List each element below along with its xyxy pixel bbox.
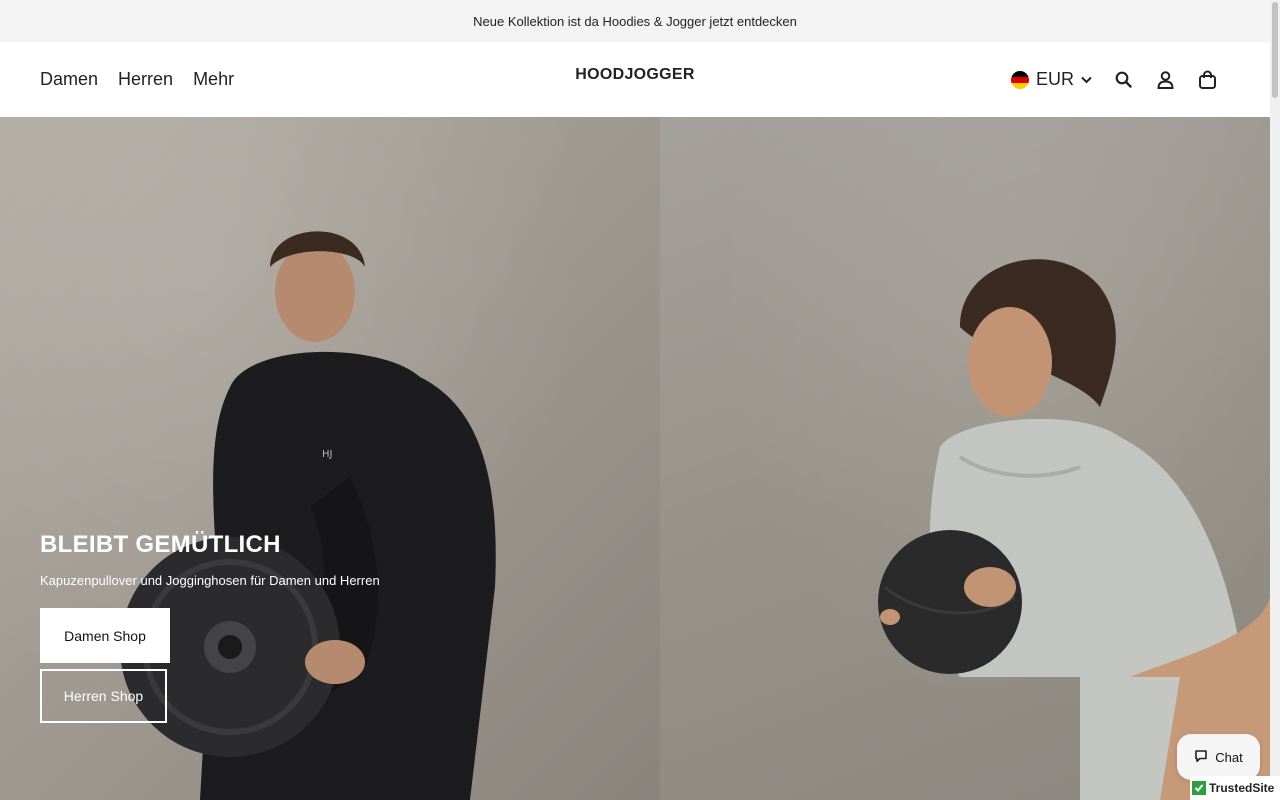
trustedsite-badge[interactable]: TrustedSite [1190, 776, 1280, 800]
chat-button[interactable]: Chat [1177, 734, 1260, 780]
scrollbar-thumb[interactable] [1272, 2, 1278, 98]
herren-shop-button[interactable]: Herren Shop [40, 669, 167, 723]
currency-label: EUR [1035, 69, 1074, 89]
announcement-bar[interactable]: Neue Kollektion ist da Hoodies & Jogger … [0, 0, 1270, 42]
hero-image-women[interactable] [660, 117, 1270, 800]
site-header: Damen Herren Mehr HOODJOGGER EUR [0, 42, 1270, 117]
trustedsite-label: TrustedSite [1209, 781, 1275, 795]
svg-text:HJ: HJ [322, 449, 332, 460]
nav-item-mehr[interactable]: Mehr [193, 69, 234, 90]
cart-icon[interactable] [1196, 69, 1218, 91]
damen-shop-button[interactable]: Damen Shop [40, 608, 170, 663]
announcement-text[interactable]: Neue Kollektion ist da Hoodies & Jogger … [473, 14, 797, 29]
hero-banner: HJ BLEIBT GEMÜTLICH Kapuzenpullover und … [0, 117, 1270, 800]
nav-item-herren[interactable]: Herren [118, 69, 173, 90]
chat-bubble-icon [1194, 749, 1208, 766]
woman-figure-illustration [878, 259, 1270, 800]
search-icon[interactable] [1112, 69, 1134, 91]
account-icon[interactable] [1154, 69, 1176, 91]
chevron-down-icon [1081, 71, 1092, 89]
hero-title: BLEIBT GEMÜTLICH [40, 531, 281, 558]
page-scrollbar[interactable] [1270, 0, 1280, 800]
hero-subtitle: Kapuzenpullover und Jogginghosen für Dam… [40, 573, 380, 588]
header-actions: EUR [1010, 42, 1218, 117]
site-logo[interactable]: HOODJOGGER [575, 66, 694, 83]
nav-item-damen[interactable]: Damen [40, 69, 98, 90]
germany-flag-icon [1010, 70, 1029, 89]
chat-label: Chat [1215, 749, 1243, 765]
main-nav: Damen Herren Mehr [40, 42, 234, 117]
checkmark-icon [1192, 781, 1206, 795]
currency-selector[interactable]: EUR [1010, 69, 1092, 90]
